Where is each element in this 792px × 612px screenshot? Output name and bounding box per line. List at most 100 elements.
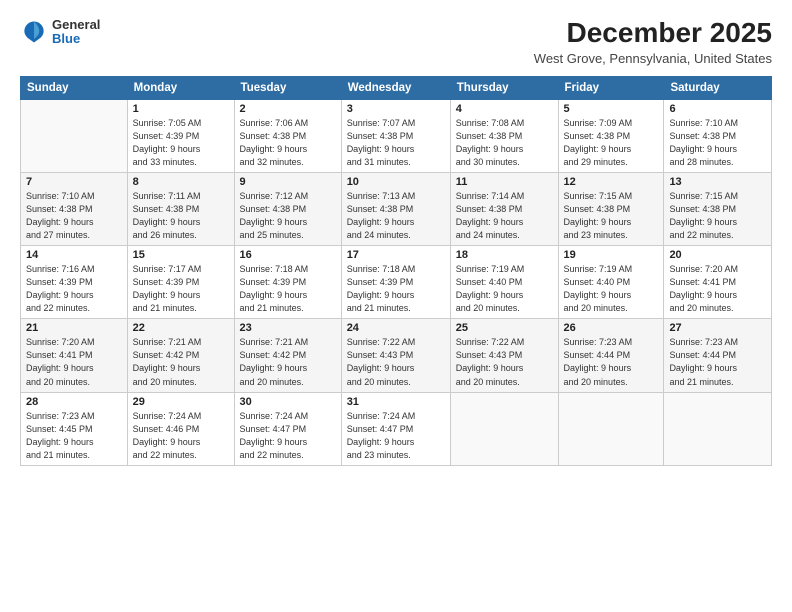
table-cell: 14 Sunrise: 7:16 AM Sunset: 4:39 PM Dayli… bbox=[21, 246, 128, 319]
table-cell: 2Sunrise: 7:06 AM Sunset: 4:38 PM Daylig… bbox=[234, 99, 341, 172]
day-info: Sunrise: 7:20 AM Sunset: 4:41 PM Dayligh… bbox=[669, 263, 766, 315]
header: General Blue December 2025 West Grove, P… bbox=[20, 18, 772, 66]
day-info: Sunrise: 7:18 AM Sunset: 4:39 PM Dayligh… bbox=[347, 263, 445, 315]
table-cell: 3 Sunrise: 7:07 AM Sunset: 4:38 PM Daylig… bbox=[341, 99, 450, 172]
month-title: December 2025 bbox=[534, 18, 772, 49]
day-info: Sunrise: 7:19 AM Sunset: 4:40 PM Dayligh… bbox=[564, 263, 659, 315]
header-row: Sunday Monday Tuesday Wednesday Thursday… bbox=[21, 76, 772, 99]
day-info: Sunrise: 7:14 AM Sunset: 4:38 PM Dayligh… bbox=[456, 190, 553, 242]
col-friday: Friday bbox=[558, 76, 664, 99]
day-info: Sunrise: 7:15 AM Sunset: 4:38 PM Dayligh… bbox=[669, 190, 766, 242]
col-monday: Monday bbox=[127, 76, 234, 99]
table-cell: 18Sunrise: 7:19 AM Sunset: 4:40 PM Dayli… bbox=[450, 246, 558, 319]
page: General Blue December 2025 West Grove, P… bbox=[0, 0, 792, 612]
day-info: Sunrise: 7:18 AM Sunset: 4:39 PM Dayligh… bbox=[240, 263, 336, 315]
table-cell bbox=[450, 392, 558, 465]
day-info: Sunrise: 7:24 AM Sunset: 4:46 PM Dayligh… bbox=[133, 410, 229, 462]
table-cell: 15Sunrise: 7:17 AM Sunset: 4:39 PM Dayli… bbox=[127, 246, 234, 319]
day-number: 21 bbox=[26, 322, 122, 334]
day-number: 25 bbox=[456, 322, 553, 334]
calendar-table: Sunday Monday Tuesday Wednesday Thursday… bbox=[20, 76, 772, 466]
day-number: 12 bbox=[564, 176, 659, 188]
day-number: 16 bbox=[240, 249, 336, 261]
day-info: Sunrise: 7:08 AM Sunset: 4:38 PM Dayligh… bbox=[456, 117, 553, 169]
day-info: Sunrise: 7:07 AM Sunset: 4:38 PM Dayligh… bbox=[347, 117, 445, 169]
day-number: 14 bbox=[26, 249, 122, 261]
day-info: Sunrise: 7:24 AM Sunset: 4:47 PM Dayligh… bbox=[347, 410, 445, 462]
day-number: 5 bbox=[564, 103, 659, 115]
day-info: Sunrise: 7:09 AM Sunset: 4:38 PM Dayligh… bbox=[564, 117, 659, 169]
day-info: Sunrise: 7:22 AM Sunset: 4:43 PM Dayligh… bbox=[347, 336, 445, 388]
day-number: 4 bbox=[456, 103, 553, 115]
day-number: 28 bbox=[26, 396, 122, 408]
day-info: Sunrise: 7:16 AM Sunset: 4:39 PM Dayligh… bbox=[26, 263, 122, 315]
day-number: 29 bbox=[133, 396, 229, 408]
calendar-row: 28Sunrise: 7:23 AM Sunset: 4:45 PM Dayli… bbox=[21, 392, 772, 465]
day-number: 30 bbox=[240, 396, 336, 408]
table-cell: 12 Sunrise: 7:15 AM Sunset: 4:38 PM Dayli… bbox=[558, 172, 664, 245]
day-info: Sunrise: 7:13 AM Sunset: 4:38 PM Dayligh… bbox=[347, 190, 445, 242]
day-number: 13 bbox=[669, 176, 766, 188]
calendar-row: 1 Sunrise: 7:05 AM Sunset: 4:39 PM Daylig… bbox=[21, 99, 772, 172]
logo-text: General Blue bbox=[52, 18, 100, 47]
col-saturday: Saturday bbox=[664, 76, 772, 99]
day-number: 24 bbox=[347, 322, 445, 334]
day-number: 22 bbox=[133, 322, 229, 334]
table-cell: 28Sunrise: 7:23 AM Sunset: 4:45 PM Dayli… bbox=[21, 392, 128, 465]
table-cell: 31 Sunrise: 7:24 AM Sunset: 4:47 PM Dayli… bbox=[341, 392, 450, 465]
day-info: Sunrise: 7:22 AM Sunset: 4:43 PM Dayligh… bbox=[456, 336, 553, 388]
day-info: Sunrise: 7:20 AM Sunset: 4:41 PM Dayligh… bbox=[26, 336, 122, 388]
table-cell: 13 Sunrise: 7:15 AM Sunset: 4:38 PM Dayli… bbox=[664, 172, 772, 245]
table-cell: 5 Sunrise: 7:09 AM Sunset: 4:38 PM Daylig… bbox=[558, 99, 664, 172]
table-cell bbox=[664, 392, 772, 465]
table-cell: 6Sunrise: 7:10 AM Sunset: 4:38 PM Daylig… bbox=[664, 99, 772, 172]
table-cell bbox=[558, 392, 664, 465]
table-cell: 20Sunrise: 7:20 AM Sunset: 4:41 PM Dayli… bbox=[664, 246, 772, 319]
day-info: Sunrise: 7:24 AM Sunset: 4:47 PM Dayligh… bbox=[240, 410, 336, 462]
table-cell: 8Sunrise: 7:11 AM Sunset: 4:38 PM Daylig… bbox=[127, 172, 234, 245]
day-number: 19 bbox=[564, 249, 659, 261]
calendar-row: 7Sunrise: 7:10 AM Sunset: 4:38 PM Daylig… bbox=[21, 172, 772, 245]
day-info: Sunrise: 7:15 AM Sunset: 4:38 PM Dayligh… bbox=[564, 190, 659, 242]
day-number: 1 bbox=[133, 103, 229, 115]
logo-icon bbox=[20, 18, 48, 46]
day-number: 3 bbox=[347, 103, 445, 115]
col-wednesday: Wednesday bbox=[341, 76, 450, 99]
table-cell: 24 Sunrise: 7:22 AM Sunset: 4:43 PM Dayli… bbox=[341, 319, 450, 392]
table-cell: 19 Sunrise: 7:19 AM Sunset: 4:40 PM Dayli… bbox=[558, 246, 664, 319]
table-cell: 26 Sunrise: 7:23 AM Sunset: 4:44 PM Dayli… bbox=[558, 319, 664, 392]
day-number: 8 bbox=[133, 176, 229, 188]
day-info: Sunrise: 7:05 AM Sunset: 4:39 PM Dayligh… bbox=[133, 117, 229, 169]
day-info: Sunrise: 7:23 AM Sunset: 4:44 PM Dayligh… bbox=[669, 336, 766, 388]
day-number: 10 bbox=[347, 176, 445, 188]
table-cell bbox=[21, 99, 128, 172]
logo-blue: Blue bbox=[52, 32, 100, 46]
table-cell: 21 Sunrise: 7:20 AM Sunset: 4:41 PM Dayli… bbox=[21, 319, 128, 392]
calendar-row: 21 Sunrise: 7:20 AM Sunset: 4:41 PM Dayli… bbox=[21, 319, 772, 392]
day-number: 31 bbox=[347, 396, 445, 408]
table-cell: 9Sunrise: 7:12 AM Sunset: 4:38 PM Daylig… bbox=[234, 172, 341, 245]
day-number: 17 bbox=[347, 249, 445, 261]
col-sunday: Sunday bbox=[21, 76, 128, 99]
day-info: Sunrise: 7:06 AM Sunset: 4:38 PM Dayligh… bbox=[240, 117, 336, 169]
day-info: Sunrise: 7:21 AM Sunset: 4:42 PM Dayligh… bbox=[240, 336, 336, 388]
logo: General Blue bbox=[20, 18, 100, 47]
table-cell: 23 Sunrise: 7:21 AM Sunset: 4:42 PM Dayli… bbox=[234, 319, 341, 392]
day-number: 23 bbox=[240, 322, 336, 334]
day-number: 6 bbox=[669, 103, 766, 115]
day-info: Sunrise: 7:17 AM Sunset: 4:39 PM Dayligh… bbox=[133, 263, 229, 315]
day-info: Sunrise: 7:23 AM Sunset: 4:44 PM Dayligh… bbox=[564, 336, 659, 388]
table-cell: 16 Sunrise: 7:18 AM Sunset: 4:39 PM Dayli… bbox=[234, 246, 341, 319]
day-number: 9 bbox=[240, 176, 336, 188]
day-info: Sunrise: 7:21 AM Sunset: 4:42 PM Dayligh… bbox=[133, 336, 229, 388]
table-cell: 11 Sunrise: 7:14 AM Sunset: 4:38 PM Dayli… bbox=[450, 172, 558, 245]
day-number: 27 bbox=[669, 322, 766, 334]
col-tuesday: Tuesday bbox=[234, 76, 341, 99]
day-number: 11 bbox=[456, 176, 553, 188]
table-cell: 17 Sunrise: 7:18 AM Sunset: 4:39 PM Dayli… bbox=[341, 246, 450, 319]
table-cell: 22 Sunrise: 7:21 AM Sunset: 4:42 PM Dayli… bbox=[127, 319, 234, 392]
day-number: 7 bbox=[26, 176, 122, 188]
day-number: 26 bbox=[564, 322, 659, 334]
location: West Grove, Pennsylvania, United States bbox=[534, 51, 772, 66]
day-info: Sunrise: 7:19 AM Sunset: 4:40 PM Dayligh… bbox=[456, 263, 553, 315]
